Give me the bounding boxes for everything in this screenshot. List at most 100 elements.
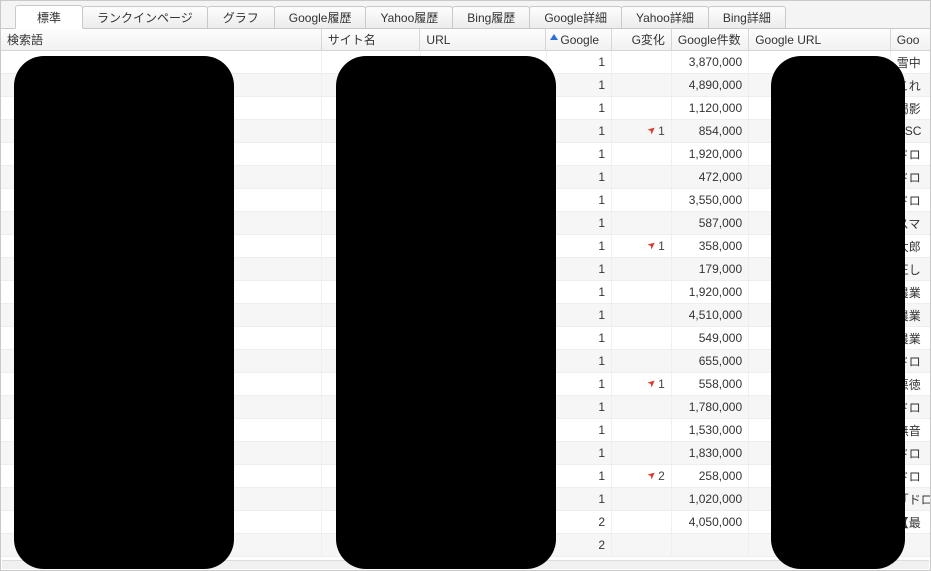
col-gtitle[interactable]: Goo: [891, 29, 930, 50]
cell-gcount: 1,830,000: [672, 442, 749, 464]
cell-google: 1: [547, 97, 613, 119]
tab-6[interactable]: Google詳細: [529, 6, 622, 28]
tab-8[interactable]: Bing詳細: [708, 6, 786, 28]
cell-gchange: [612, 419, 672, 441]
col-gchange[interactable]: G変化: [612, 29, 672, 50]
tab-strip: 標準ランクインページグラフGoogle履歴Yahoo履歴Bing履歴Google…: [1, 1, 930, 29]
cell-google: 1: [547, 373, 613, 395]
cell-gchange: [612, 97, 672, 119]
cell-gchange: [612, 166, 672, 188]
cell-google: 1: [547, 189, 613, 211]
tab-4[interactable]: Yahoo履歴: [365, 6, 453, 28]
cell-gcount: 358,000: [672, 235, 749, 257]
cell-gchange: [612, 442, 672, 464]
cell-google: 1: [547, 166, 613, 188]
cell-gcount: 472,000: [672, 166, 749, 188]
cell-gcount: 854,000: [672, 120, 749, 142]
cell-gchange: [612, 327, 672, 349]
cell-gchange: ➤1: [612, 373, 672, 395]
cell-google: 1: [547, 327, 613, 349]
cell-google: 1: [547, 51, 613, 73]
cell-google: 1: [547, 74, 613, 96]
tab-3[interactable]: Google履歴: [274, 6, 367, 28]
cell-gcount: 4,050,000: [672, 511, 749, 533]
up-arrow-icon: ➤: [645, 238, 658, 252]
redaction-site-url: [336, 56, 556, 569]
gchange-value: 1: [658, 124, 665, 138]
cell-gchange: [612, 511, 672, 533]
cell-gchange: ➤1: [612, 235, 672, 257]
cell-gchange: [612, 74, 672, 96]
cell-google: 1: [547, 442, 613, 464]
cell-gcount: 4,510,000: [672, 304, 749, 326]
cell-google: 1: [547, 419, 613, 441]
cell-google: 1: [547, 350, 613, 372]
cell-gcount: 1,530,000: [672, 419, 749, 441]
cell-gcount: [672, 534, 749, 556]
cell-google: 1: [547, 465, 613, 487]
cell-google: 2: [547, 534, 613, 556]
cell-google: 1: [547, 212, 613, 234]
tab-2[interactable]: グラフ: [207, 6, 275, 28]
col-url[interactable]: URL: [420, 29, 546, 50]
up-arrow-icon: ➤: [645, 376, 658, 390]
up-arrow-icon: ➤: [645, 123, 658, 137]
up-arrow-icon: ➤: [645, 468, 658, 482]
cell-gcount: 1,920,000: [672, 281, 749, 303]
gchange-value: 2: [658, 469, 665, 483]
cell-gchange: [612, 143, 672, 165]
cell-gcount: 4,890,000: [672, 74, 749, 96]
cell-gcount: 179,000: [672, 258, 749, 280]
cell-gchange: [612, 534, 672, 556]
cell-gchange: [612, 189, 672, 211]
cell-gcount: 655,000: [672, 350, 749, 372]
sort-asc-icon: [550, 34, 558, 40]
tab-7[interactable]: Yahoo詳細: [621, 6, 709, 28]
cell-gcount: 3,550,000: [672, 189, 749, 211]
gchange-value: 1: [658, 377, 665, 391]
cell-gchange: [612, 396, 672, 418]
cell-gchange: [612, 350, 672, 372]
cell-gchange: [612, 258, 672, 280]
cell-gchange: [612, 488, 672, 510]
tab-0[interactable]: 標準: [15, 5, 83, 29]
cell-gchange: [612, 281, 672, 303]
cell-gchange: ➤1: [612, 120, 672, 142]
col-gurl[interactable]: Google URL: [749, 29, 891, 50]
col-gcount[interactable]: Google件数: [672, 29, 749, 50]
cell-google: 1: [547, 396, 613, 418]
cell-google: 1: [547, 258, 613, 280]
cell-google: 1: [547, 235, 613, 257]
redaction-gurl: [771, 56, 905, 569]
grid-header: 検索語 サイト名 URL Google G変化 Google件数 Google …: [1, 29, 930, 51]
cell-gchange: [612, 51, 672, 73]
cell-gcount: 3,870,000: [672, 51, 749, 73]
cell-gcount: 1,120,000: [672, 97, 749, 119]
col-site[interactable]: サイト名: [322, 29, 421, 50]
gchange-value: 1: [658, 239, 665, 253]
col-search[interactable]: 検索語: [1, 29, 322, 50]
tab-5[interactable]: Bing履歴: [452, 6, 530, 28]
cell-gcount: 587,000: [672, 212, 749, 234]
cell-google: 1: [547, 488, 613, 510]
cell-google: 1: [547, 120, 613, 142]
cell-gcount: 558,000: [672, 373, 749, 395]
cell-gcount: 549,000: [672, 327, 749, 349]
cell-google: 1: [547, 304, 613, 326]
cell-gcount: 1,920,000: [672, 143, 749, 165]
col-google[interactable]: Google: [546, 29, 612, 50]
cell-google: 2: [547, 511, 613, 533]
app-window: 標準ランクインページグラフGoogle履歴Yahoo履歴Bing履歴Google…: [0, 0, 931, 571]
cell-gchange: ➤2: [612, 465, 672, 487]
results-grid: 検索語 サイト名 URL Google G変化 Google件数 Google …: [1, 29, 930, 570]
cell-gcount: 1,020,000: [672, 488, 749, 510]
cell-google: 1: [547, 281, 613, 303]
redaction-search: [14, 56, 234, 569]
cell-gcount: 258,000: [672, 465, 749, 487]
cell-google: 1: [547, 143, 613, 165]
col-google-label: Google: [560, 33, 599, 47]
tab-1[interactable]: ランクインページ: [82, 6, 208, 28]
cell-gchange: [612, 212, 672, 234]
cell-gcount: 1,780,000: [672, 396, 749, 418]
cell-gchange: [612, 304, 672, 326]
